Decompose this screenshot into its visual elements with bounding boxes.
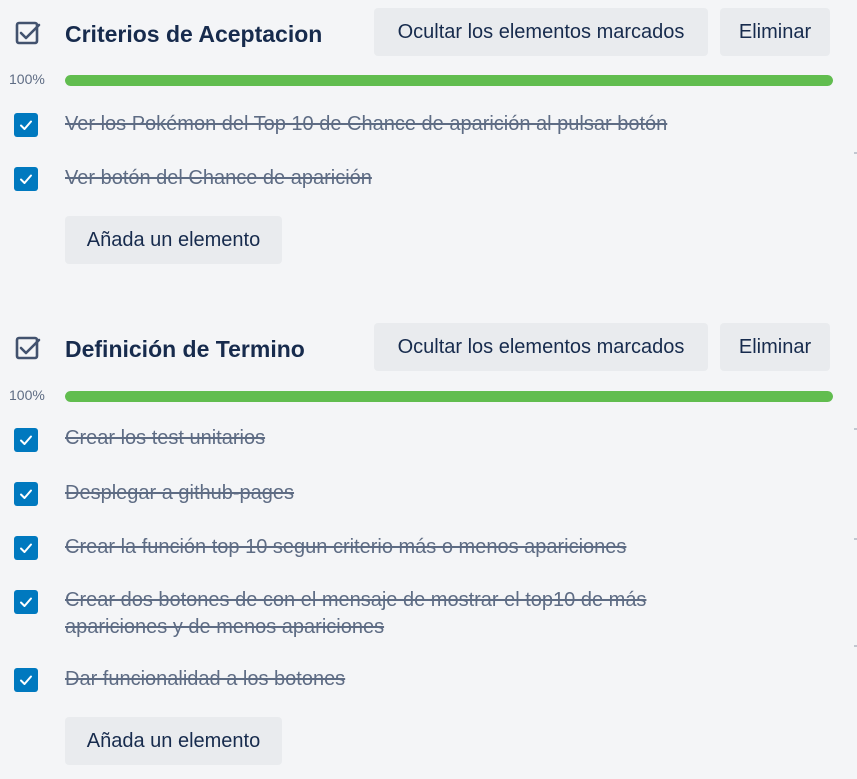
item-checkbox[interactable] bbox=[14, 590, 38, 614]
progress-bar bbox=[65, 75, 833, 86]
checklist-icon bbox=[15, 336, 41, 360]
checkmark-icon bbox=[20, 435, 32, 445]
progress-fill bbox=[65, 75, 833, 86]
checklist-title[interactable]: Criterios de Aceptacion bbox=[65, 20, 322, 48]
progress-fill bbox=[65, 391, 833, 402]
progress-percent: 100% bbox=[9, 387, 45, 403]
checklist-header: Definición de Termino Ocultar los elemen… bbox=[0, 315, 857, 371]
item-checkbox[interactable] bbox=[14, 428, 38, 452]
item-checkbox[interactable] bbox=[14, 536, 38, 560]
item-checkbox[interactable] bbox=[14, 167, 38, 191]
hide-checked-button[interactable]: Ocultar los elementos marcados bbox=[374, 323, 708, 371]
item-checkbox[interactable] bbox=[14, 668, 38, 692]
progress-bar bbox=[65, 391, 833, 402]
checklist-header: Criterios de Aceptacion Ocultar los elem… bbox=[0, 0, 857, 56]
delete-checklist-button[interactable]: Eliminar bbox=[720, 8, 830, 56]
checklist-criterios: Criterios de Aceptacion Ocultar los elem… bbox=[0, 0, 857, 56]
checklist-progress: 100% bbox=[0, 69, 857, 91]
item-text[interactable]: Ver botón del Chance de aparición bbox=[65, 165, 705, 192]
checkmark-icon bbox=[20, 597, 32, 607]
item-text[interactable]: Desplegar a github-pages bbox=[65, 480, 705, 507]
item-checkbox[interactable] bbox=[14, 482, 38, 506]
checkmark-icon bbox=[20, 543, 32, 553]
checkmark-icon bbox=[20, 174, 32, 184]
checkmark-icon bbox=[20, 489, 32, 499]
hide-checked-button[interactable]: Ocultar los elementos marcados bbox=[374, 8, 708, 56]
add-item-button[interactable]: Añada un elemento bbox=[65, 216, 282, 264]
item-text[interactable]: Crear la función top 10 segun criterio m… bbox=[65, 534, 705, 561]
checklist-definicion: Definición de Termino Ocultar los elemen… bbox=[0, 315, 857, 371]
checkmark-icon bbox=[20, 120, 32, 130]
checklist-progress: 100% bbox=[0, 385, 857, 407]
delete-checklist-button[interactable]: Eliminar bbox=[720, 323, 830, 371]
checklist-icon bbox=[15, 21, 41, 45]
progress-percent: 100% bbox=[9, 71, 45, 87]
item-checkbox[interactable] bbox=[14, 113, 38, 137]
item-text[interactable]: Crear dos botones de con el mensaje de m… bbox=[65, 587, 705, 641]
checklist-title[interactable]: Definición de Termino bbox=[65, 335, 305, 363]
item-text[interactable]: Dar funcionalidad a los botones bbox=[65, 666, 705, 693]
item-text[interactable]: Crear los test unitarios bbox=[65, 425, 705, 452]
add-item-button[interactable]: Añada un elemento bbox=[65, 717, 282, 765]
checkmark-icon bbox=[20, 675, 32, 685]
item-text[interactable]: Ver los Pokémon del Top 10 de Chance de … bbox=[65, 111, 705, 138]
